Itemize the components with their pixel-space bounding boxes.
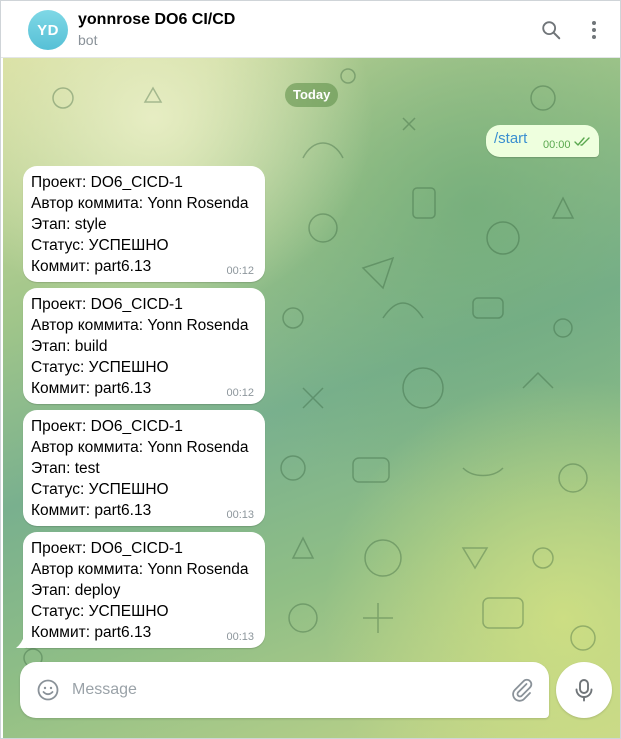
search-icon: [542, 21, 561, 40]
chat-subtitle: bot: [78, 32, 98, 48]
message-bubble[interactable]: Проект: DO6_CICD-1 Автор коммита: Yonn R…: [23, 288, 265, 404]
more-vertical-icon: [592, 21, 596, 39]
message-bubble[interactable]: Проект: DO6_CICD-1 Автор коммита: Yonn R…: [23, 532, 265, 648]
message-time: 00:12: [226, 387, 254, 399]
chat-header: YD yonnrose DO6 CI/CD bot: [1, 1, 620, 58]
message-status: Статус: УСПЕШНО: [31, 359, 169, 376]
microphone-icon: [575, 679, 593, 702]
bubble-tail: [16, 628, 26, 648]
telegram-window: YD yonnrose DO6 CI/CD bot Today /start 0…: [0, 0, 621, 739]
chat-area[interactable]: Today /start 00:00 Проект: DO6_CICD-1 Ав…: [3, 58, 620, 738]
emoji-icon[interactable]: [36, 678, 60, 702]
message-stage: Этап: style: [31, 216, 107, 233]
double-check-icon: [574, 137, 590, 146]
message-author: Автор коммита: Yonn Rosenda: [31, 439, 249, 456]
date-badge: Today: [285, 83, 339, 107]
message-input[interactable]: [72, 674, 492, 706]
message-status: Статус: УСПЕШНО: [31, 481, 169, 498]
outgoing-message-time: 00:00: [543, 139, 571, 151]
message-author: Автор коммита: Yonn Rosenda: [31, 561, 249, 578]
message-time: 00:13: [226, 509, 254, 521]
message-author: Автор коммита: Yonn Rosenda: [31, 195, 249, 212]
message-time: 00:12: [226, 265, 254, 277]
message-composer: [20, 662, 549, 718]
more-menu-button[interactable]: [581, 17, 607, 43]
chat-title-block[interactable]: yonnrose DO6 CI/CD bot: [78, 10, 235, 50]
chat-title: yonnrose DO6 CI/CD: [78, 11, 236, 28]
avatar[interactable]: YD: [28, 10, 68, 50]
message-author: Автор коммита: Yonn Rosenda: [31, 317, 249, 334]
outgoing-message-text[interactable]: /start: [494, 130, 527, 147]
message-project: Проект: DO6_CICD-1: [31, 418, 183, 435]
message-project: Проект: DO6_CICD-1: [31, 296, 183, 313]
search-button[interactable]: [538, 17, 564, 43]
attach-icon[interactable]: [510, 678, 534, 702]
message-bubble[interactable]: Проект: DO6_CICD-1 Автор коммита: Yonn R…: [23, 410, 265, 526]
message-stage: Этап: build: [31, 338, 108, 355]
message-stage: Этап: deploy: [31, 582, 121, 599]
message-project: Проект: DO6_CICD-1: [31, 540, 183, 557]
message-project: Проект: DO6_CICD-1: [31, 174, 183, 191]
message-stage: Этап: test: [31, 460, 100, 477]
message-bubble[interactable]: Проект: DO6_CICD-1 Автор коммита: Yonn R…: [23, 166, 265, 282]
message-status: Статус: УСПЕШНО: [31, 603, 169, 620]
message-status: Статус: УСПЕШНО: [31, 237, 169, 254]
outgoing-message[interactable]: /start 00:00: [486, 125, 599, 157]
message-time: 00:13: [226, 631, 254, 643]
microphone-button[interactable]: [556, 662, 612, 718]
